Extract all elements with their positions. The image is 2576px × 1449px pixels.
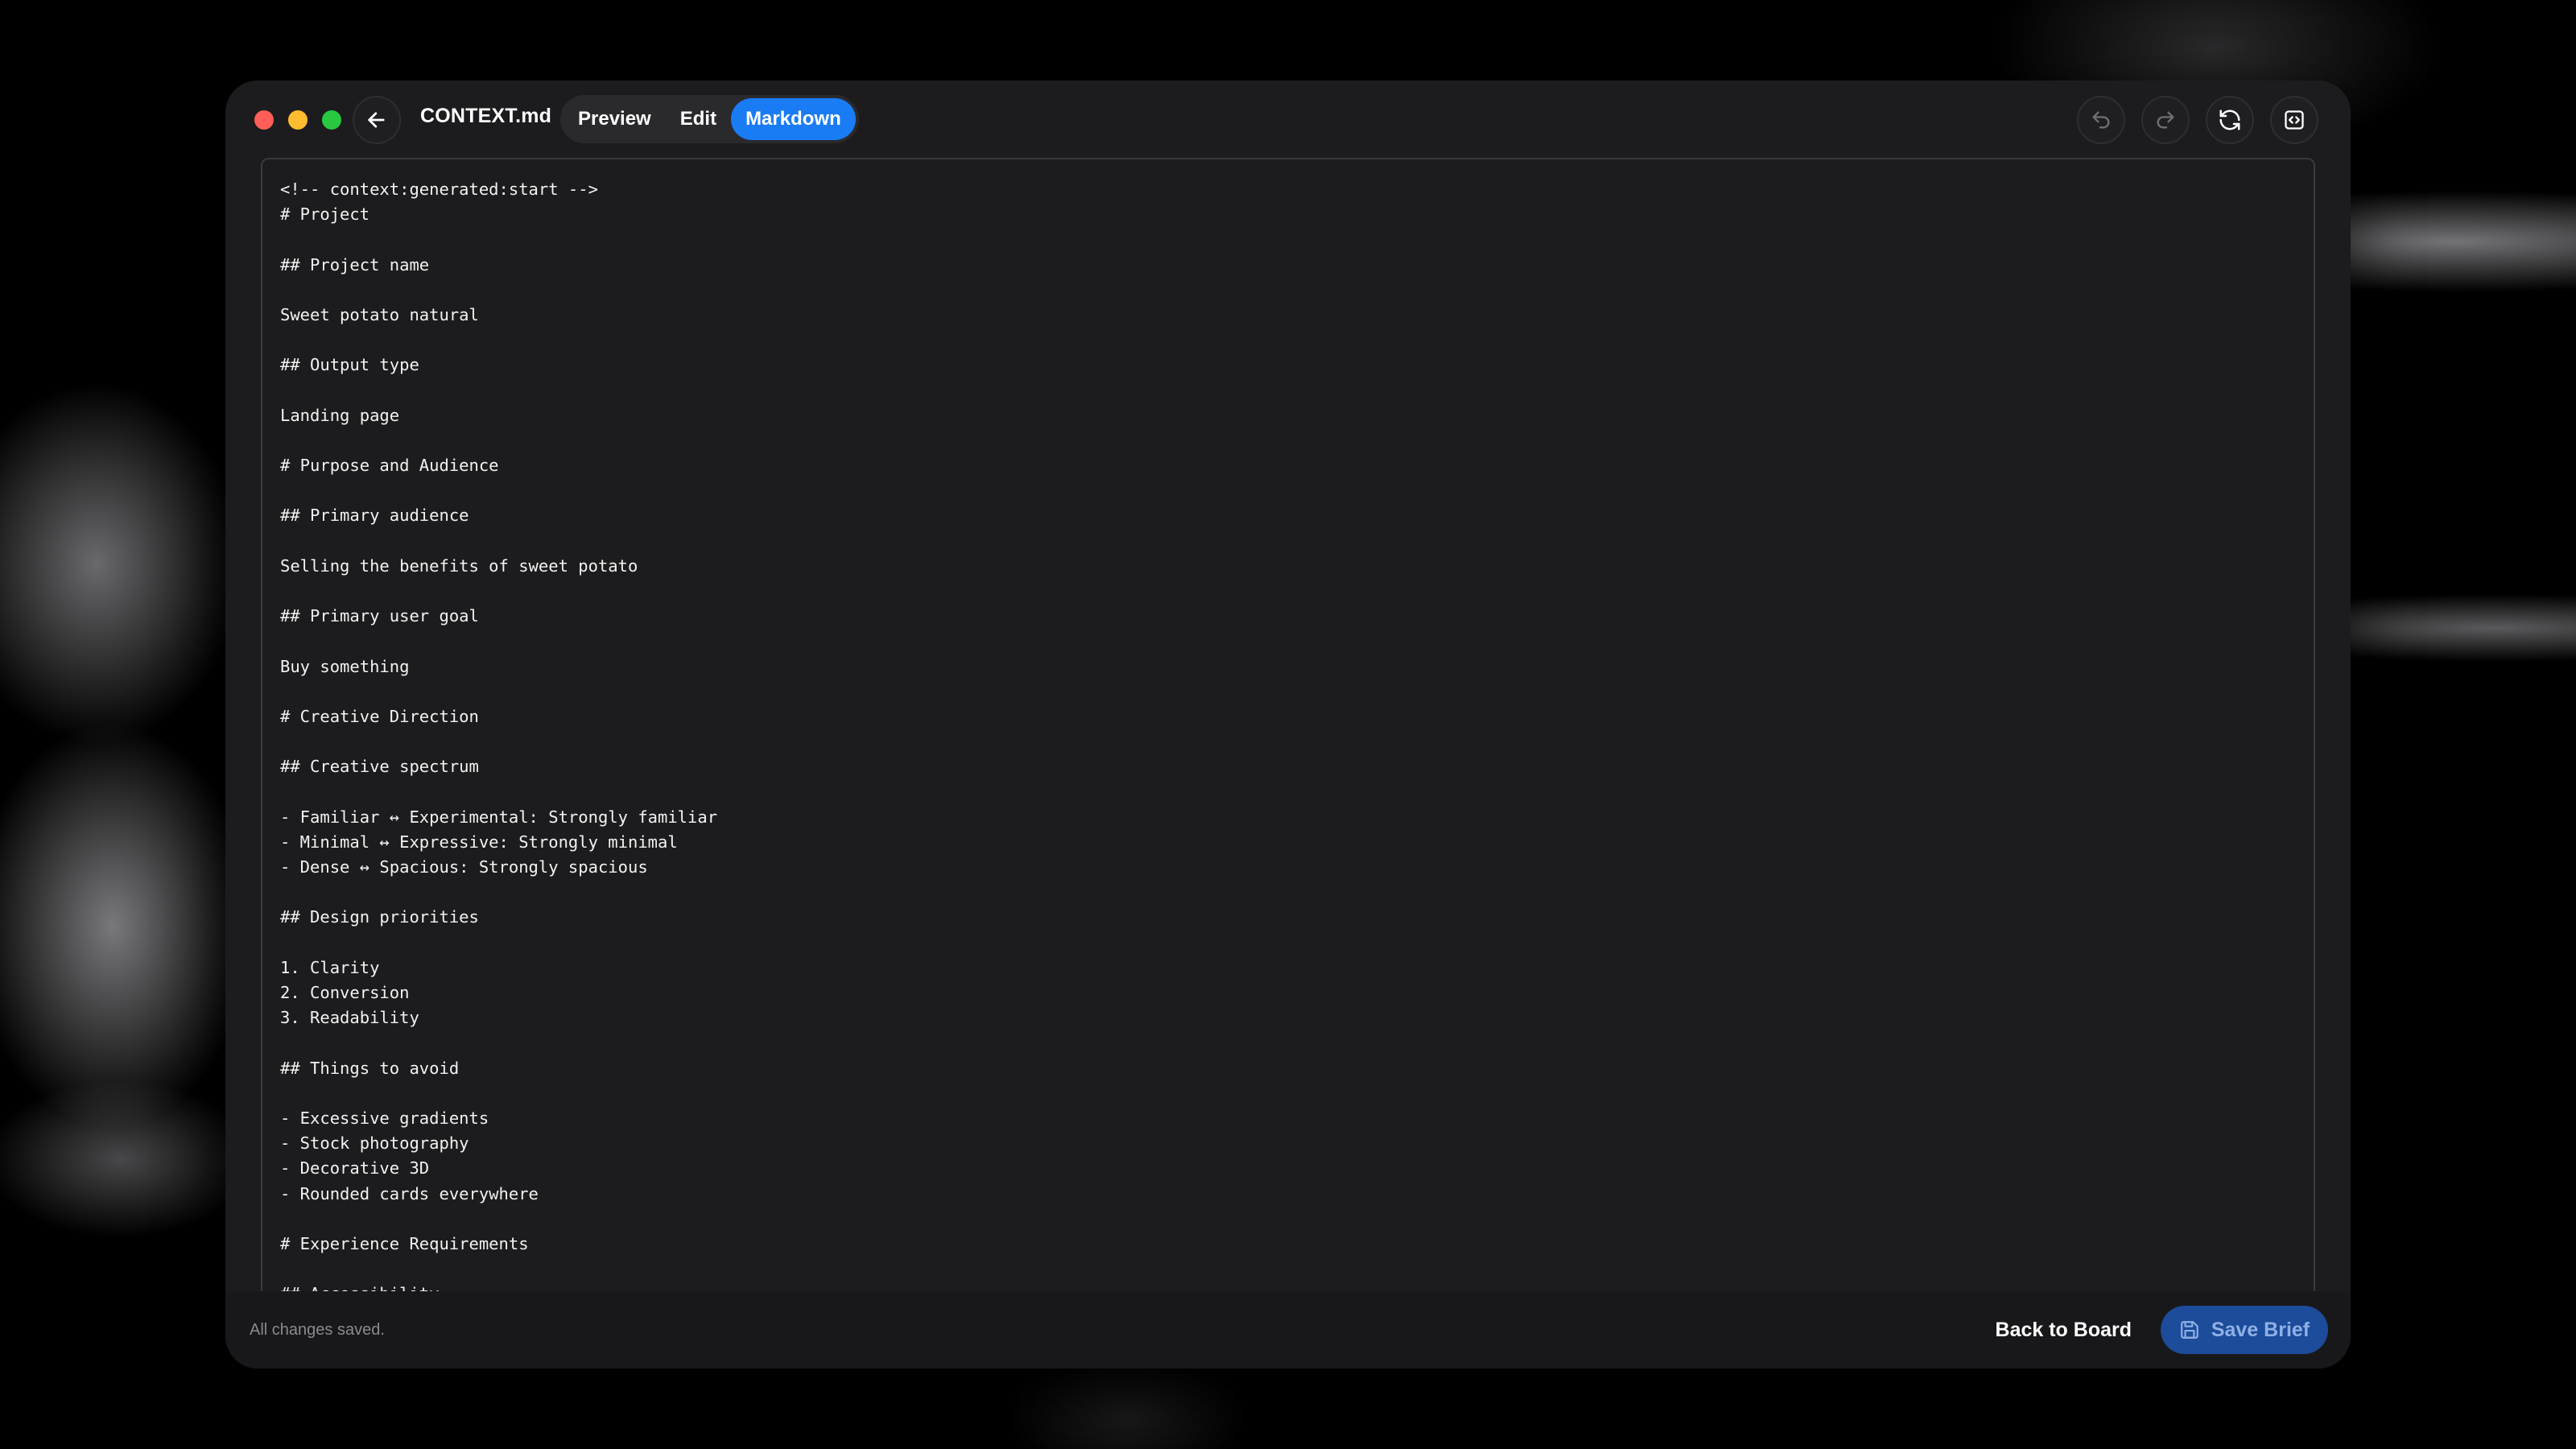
code-line: <!-- context:generated:start -->: [280, 180, 598, 199]
code-line: # Project: [280, 204, 370, 225]
title-bar: CONTEXT.md Preview Edit Markdown: [225, 80, 2351, 158]
code-line: - Stock photography: [280, 1133, 469, 1154]
code-line: ## Things to avoid: [280, 1058, 460, 1078]
refresh-icon: [2219, 109, 2240, 130]
code-line: 2. Conversion: [280, 983, 410, 1002]
undo-button[interactable]: [2077, 96, 2125, 144]
redo-icon: [2157, 111, 2174, 129]
editor-window: CONTEXT.md Preview Edit Markdown <!-- co…: [225, 80, 2351, 1368]
back-to-board-button[interactable]: Back to Board: [1996, 1319, 2132, 1342]
close-window-button[interactable]: [254, 110, 274, 130]
markdown-editor[interactable]: <!-- context:generated:start --> # Projec…: [261, 158, 2315, 1291]
code-line: - Minimal ↔ Expressive: Strongly minimal: [280, 832, 678, 852]
toolbar-actions: [2077, 96, 2318, 144]
tab-markdown[interactable]: Markdown: [731, 98, 856, 140]
code-line: Buy something: [280, 656, 410, 676]
markdown-source: <!-- context:generated:start --> # Projec…: [280, 177, 2296, 1291]
code-line: 3. Readability: [280, 1008, 419, 1028]
save-brief-button[interactable]: Save Brief: [2161, 1306, 2328, 1354]
arrow-left-icon: [368, 112, 385, 128]
code-line: Landing page: [280, 405, 400, 425]
file-name: CONTEXT.md: [420, 105, 552, 127]
footer-bar: All changes saved. Back to Board Save Br…: [225, 1291, 2351, 1368]
view-mode-tabs: Preview Edit Markdown: [560, 95, 859, 143]
code-line: - Excessive gradients: [280, 1108, 489, 1128]
code-line: ## Output type: [280, 355, 419, 375]
code-line: - Rounded cards everywhere: [280, 1183, 539, 1203]
code-line: ## Primary user goal: [280, 606, 479, 626]
save-brief-label: Save Brief: [2211, 1318, 2310, 1341]
code-line: ## Project name: [280, 254, 430, 275]
code-line: ## Primary audience: [280, 506, 469, 526]
code-line: 1. Clarity: [280, 957, 380, 977]
code-line: Selling the benefits of sweet potato: [280, 555, 638, 576]
code-line: # Creative Direction: [280, 706, 479, 726]
refresh-button[interactable]: [2206, 96, 2254, 144]
redo-button[interactable]: [2141, 96, 2190, 144]
maximize-window-button[interactable]: [322, 110, 341, 130]
back-button[interactable]: [353, 96, 401, 144]
code-line: Sweet potato natural: [280, 304, 479, 324]
code-line: ## Accessibility: [280, 1282, 2296, 1291]
code-panel-icon: [2285, 110, 2304, 130]
code-line: ## Creative spectrum: [280, 757, 479, 777]
save-icon: [2181, 1321, 2198, 1339]
code-line: - Dense ↔ Spacious: Strongly spacious: [280, 857, 648, 877]
tab-preview[interactable]: Preview: [564, 98, 666, 140]
minimize-window-button[interactable]: [288, 110, 308, 130]
code-line: - Familiar ↔ Experimental: Strongly fami…: [280, 807, 718, 827]
code-line: # Experience Requirements: [280, 1233, 529, 1253]
code-panel-button[interactable]: [2270, 96, 2318, 144]
code-line: - Decorative 3D: [280, 1158, 430, 1179]
save-status: All changes saved.: [250, 1321, 385, 1339]
code-line: ## Design priorities: [280, 907, 479, 927]
undo-icon: [2092, 111, 2110, 129]
tab-edit[interactable]: Edit: [666, 98, 731, 140]
code-line: # Purpose and Audience: [280, 456, 499, 476]
